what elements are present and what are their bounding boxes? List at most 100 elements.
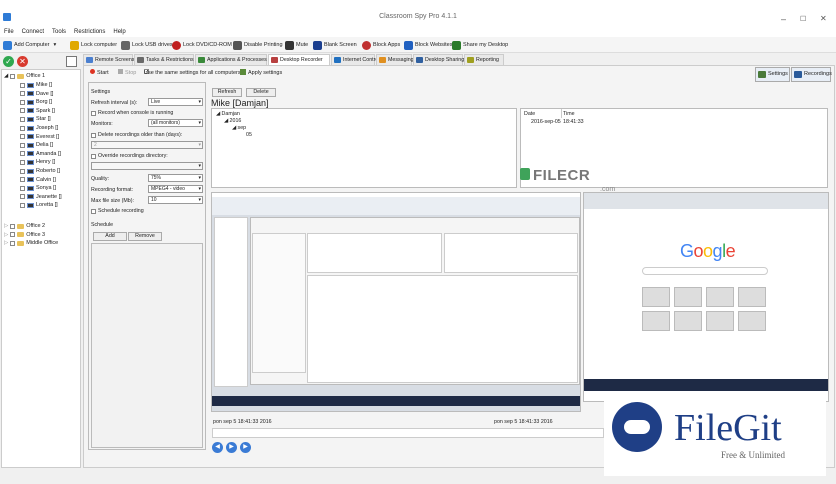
tab-applications-processes[interactable]: Applications & Processes: [195, 54, 267, 65]
record-console-checkbox[interactable]: Record when console is running: [91, 110, 173, 116]
blank-screen-button[interactable]: Blank Screen: [313, 39, 357, 51]
checkbox-icon[interactable]: [20, 108, 25, 114]
tree-computer[interactable]: Spark []: [20, 107, 55, 115]
recordings-view-button[interactable]: Recordings: [791, 67, 832, 82]
tree-computer[interactable]: Dave []: [20, 90, 53, 98]
tree-computer[interactable]: Loretta []: [20, 201, 58, 209]
tab-remote-screens[interactable]: Remote Screens: [83, 54, 134, 65]
tree-group-office-1[interactable]: ◢ Office 1: [4, 72, 45, 80]
monitors-select[interactable]: (all monitors): [148, 119, 203, 127]
recording-preview-left[interactable]: [211, 192, 581, 412]
add-schedule-button[interactable]: Add: [93, 232, 127, 241]
settings-view-button[interactable]: Settings: [755, 67, 790, 82]
block-websites-button[interactable]: Block Websites: [404, 39, 453, 51]
collapse-icon[interactable]: ◢: [4, 72, 8, 80]
tree-node-day[interactable]: 05: [246, 132, 252, 138]
disconnect-icon[interactable]: ✕: [17, 56, 28, 67]
disable-printing-button[interactable]: Disable Printing: [233, 39, 283, 51]
schedule-list[interactable]: [91, 243, 203, 448]
expand-icon[interactable]: ▷: [4, 231, 8, 239]
checkbox-icon[interactable]: [20, 194, 25, 200]
playback-timeline[interactable]: [212, 428, 604, 438]
menu-help[interactable]: Help: [113, 29, 125, 35]
apply-settings-button[interactable]: Apply settings: [240, 69, 282, 79]
delete-older-checkbox[interactable]: Delete recordings older than (days):: [91, 132, 182, 138]
checkbox-icon[interactable]: [20, 159, 25, 165]
add-computer-button[interactable]: Add Computer ▾: [3, 39, 56, 51]
recordings-dir-input[interactable]: [91, 162, 203, 170]
google-search-box[interactable]: [642, 267, 768, 275]
tab-reporting[interactable]: Reporting: [464, 54, 504, 65]
tree-node-year[interactable]: ◢ 2016: [224, 118, 241, 124]
tree-computer[interactable]: Mike []: [20, 81, 52, 89]
tab-desktop-sharing[interactable]: Desktop Sharing: [413, 54, 464, 65]
connect-icon[interactable]: ✓: [3, 56, 14, 67]
expand-icon[interactable]: ▷: [4, 222, 8, 230]
checkbox-icon[interactable]: [20, 99, 25, 105]
checkbox-icon[interactable]: [20, 202, 25, 208]
checkbox-icon[interactable]: [20, 142, 25, 148]
remove-schedule-button[interactable]: Remove: [128, 232, 162, 241]
expand-icon[interactable]: ▷: [4, 239, 8, 247]
tab-internet-control[interactable]: Internet Control: [331, 54, 380, 65]
checkbox-icon[interactable]: [10, 232, 16, 238]
tree-computer[interactable]: Roberto []: [20, 167, 60, 175]
tree-group[interactable]: ▷ Office 3: [4, 231, 45, 239]
minimize-button[interactable]: –: [781, 14, 786, 24]
tree-node-user[interactable]: ◢ Damjan: [216, 111, 240, 117]
tree-computer[interactable]: Delia []: [20, 141, 53, 149]
tree-computer[interactable]: Jeanette []: [20, 193, 62, 201]
refresh-interval-select[interactable]: Live: [148, 98, 203, 106]
tree-computer[interactable]: Calvin []: [20, 176, 56, 184]
same-settings-checkbox[interactable]: ✓ Use the same settings for all computers: [144, 69, 241, 76]
share-desktop-button[interactable]: Share my Desktop: [452, 39, 508, 51]
tree-computer[interactable]: Borg []: [20, 98, 52, 106]
edit-icon[interactable]: [66, 56, 77, 67]
recordings-tree[interactable]: ◢ Damjan ◢ 2016 ◢ sep 05: [211, 108, 517, 188]
maximize-button[interactable]: ☐: [800, 15, 806, 23]
checkbox-icon[interactable]: [20, 125, 25, 131]
menu-tools[interactable]: Tools: [52, 29, 66, 35]
refresh-button[interactable]: Refresh: [212, 88, 242, 97]
stop-button[interactable]: Stop: [118, 69, 136, 78]
tree-group[interactable]: ▷ Middle Office: [4, 239, 58, 247]
tree-computer[interactable]: Sonya []: [20, 184, 56, 192]
checkbox-icon[interactable]: [20, 116, 25, 122]
override-dir-checkbox[interactable]: Override recordings directory:: [91, 153, 168, 159]
checkbox-icon[interactable]: [20, 134, 25, 140]
checkbox-icon[interactable]: [10, 240, 16, 246]
checkbox-icon[interactable]: [20, 151, 25, 157]
menu-restrictions[interactable]: Restrictions: [74, 29, 105, 35]
mute-button[interactable]: Mute: [285, 39, 308, 51]
menu-connect[interactable]: Connect: [22, 29, 44, 35]
close-button[interactable]: ✕: [820, 14, 827, 23]
tree-computer[interactable]: Amanda []: [20, 150, 61, 158]
delete-days-input[interactable]: 2: [91, 141, 203, 149]
tree-computer[interactable]: Everest []: [20, 133, 59, 141]
lock-computer-button[interactable]: Lock computer: [70, 39, 117, 51]
tree-group[interactable]: ▷ Office 2: [4, 222, 45, 230]
tab-messaging[interactable]: Messaging: [376, 54, 414, 65]
checkbox-icon[interactable]: [10, 73, 16, 79]
checkbox-icon[interactable]: [20, 177, 25, 183]
format-select[interactable]: MPEG4 - video: [148, 185, 203, 193]
tree-computer[interactable]: Star []: [20, 115, 51, 123]
previous-icon[interactable]: ◀: [212, 442, 223, 453]
tree-computer[interactable]: Henry []: [20, 158, 55, 166]
tree-computer[interactable]: Joseph []: [20, 124, 58, 132]
tree-node-month[interactable]: ◢ sep: [232, 125, 246, 131]
start-button[interactable]: Start: [90, 69, 109, 78]
recording-preview-right[interactable]: Google: [583, 192, 829, 402]
play-icon[interactable]: ▶: [226, 442, 237, 453]
next-icon[interactable]: ▶: [240, 442, 251, 453]
delete-button[interactable]: Delete: [246, 88, 276, 97]
schedule-recording-checkbox[interactable]: Schedule recording: [91, 208, 144, 214]
lock-usb-button[interactable]: Lock USB drives: [121, 39, 173, 51]
menu-file[interactable]: File: [4, 29, 14, 35]
tab-tasks-restrictions[interactable]: Tasks & Restrictions: [134, 54, 194, 65]
checkbox-icon[interactable]: [20, 168, 25, 174]
checkbox-icon[interactable]: [20, 91, 25, 97]
max-size-select[interactable]: 10: [148, 196, 203, 204]
block-apps-button[interactable]: Block Apps: [362, 39, 400, 51]
checkbox-icon[interactable]: [20, 185, 25, 191]
